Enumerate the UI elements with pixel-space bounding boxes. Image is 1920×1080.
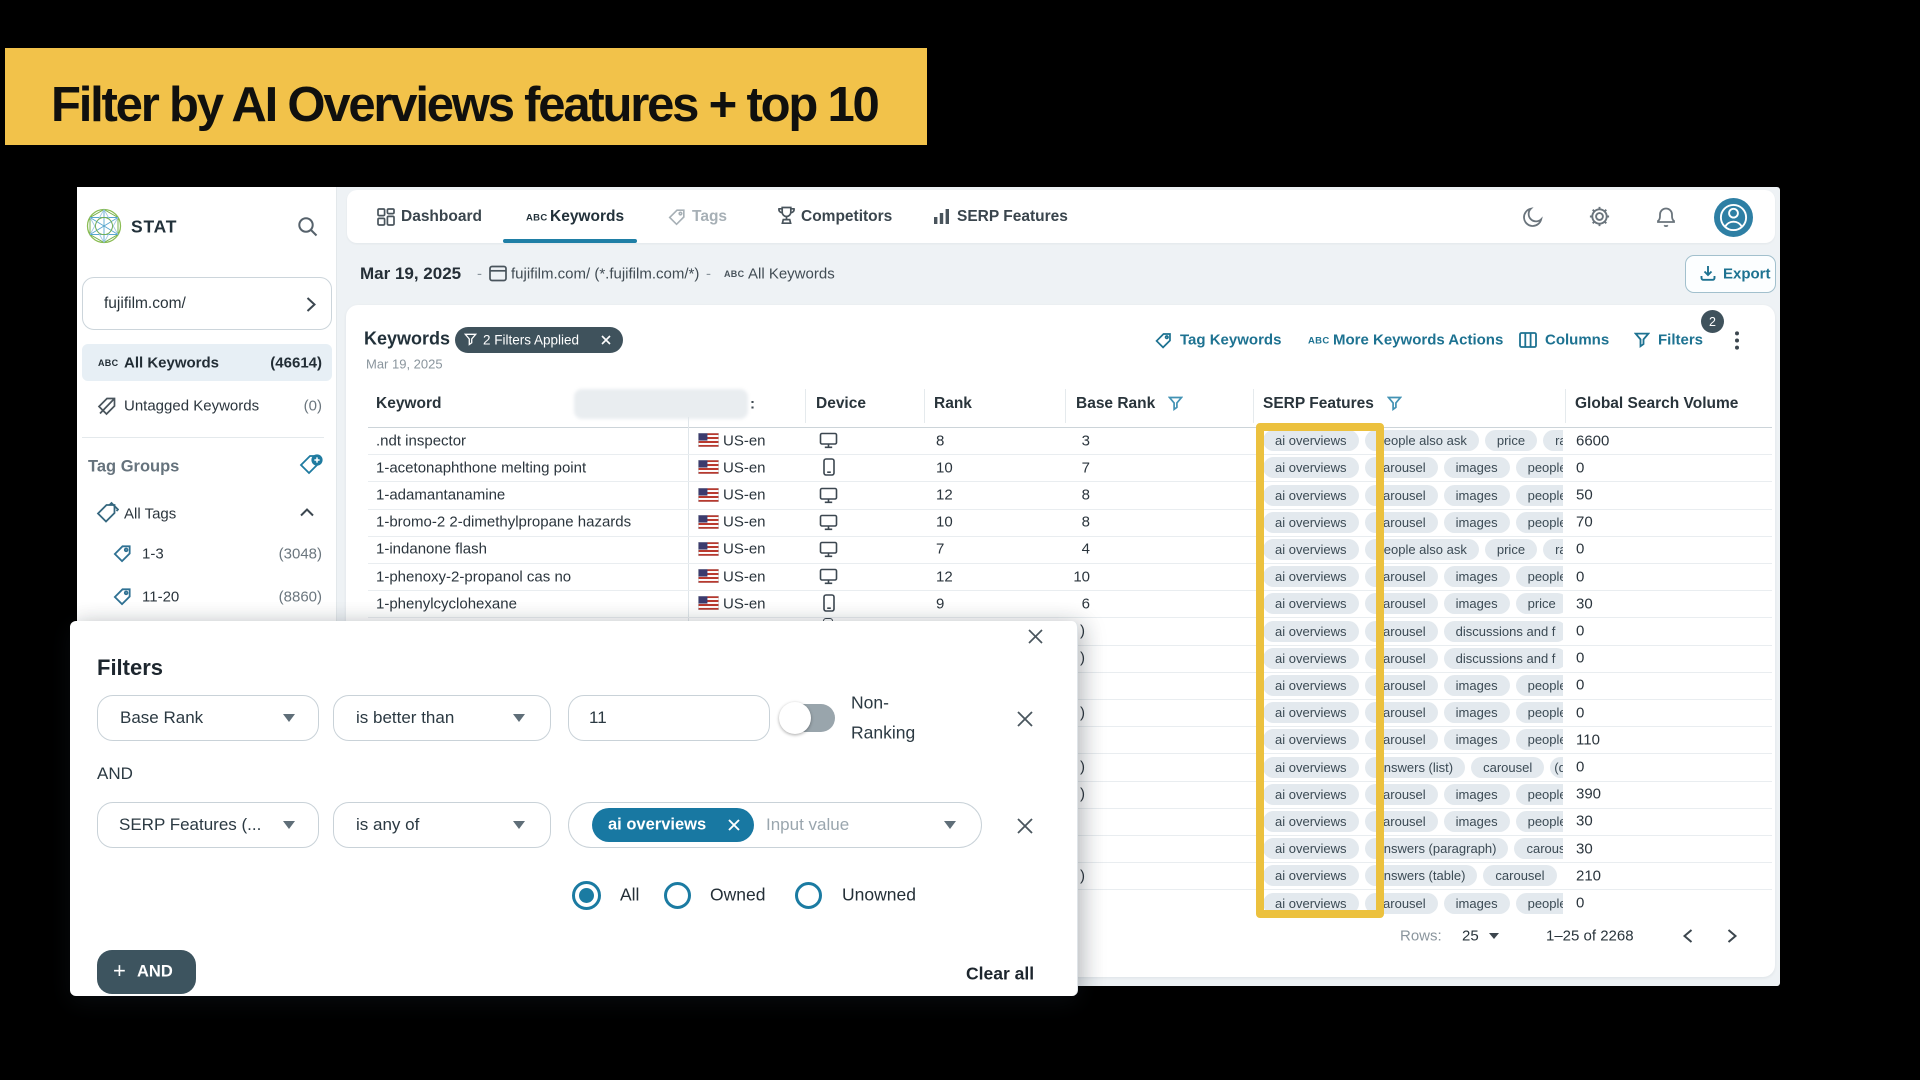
svg-text:2: 2 — [1709, 315, 1716, 329]
